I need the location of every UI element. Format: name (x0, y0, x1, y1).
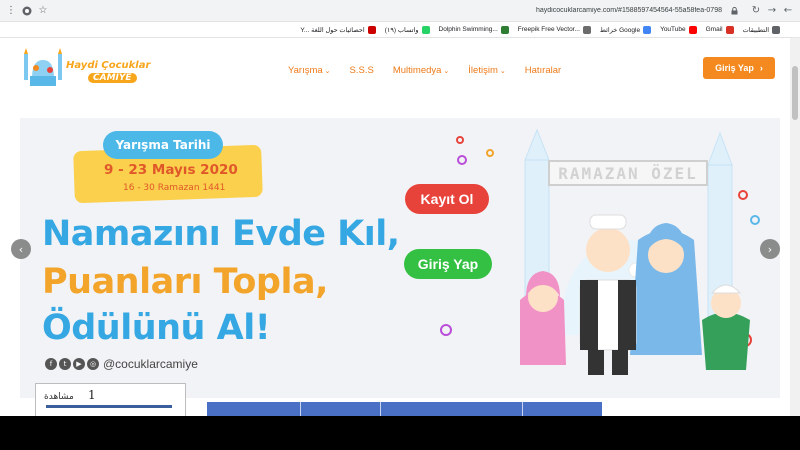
bookmark-favicon-icon (688, 25, 697, 34)
nav-item[interactable]: Multimedya ⌄ (393, 65, 449, 76)
hero-headline-3: Ödülünü Al! (42, 308, 271, 348)
twitter-icon[interactable]: t (59, 358, 71, 370)
browser-window: ⋮ ☆ haydicocuklarcamiye.com/#15885974545… (0, 0, 800, 450)
nav-item[interactable]: S.S.S (350, 65, 374, 76)
bookmark-label: التطبيقات (742, 26, 769, 34)
logo-title: Haydi Çocuklar (66, 60, 151, 71)
social-handle: @cocuklarcamiye (103, 357, 198, 371)
menu-dots-icon[interactable]: ⋮ (3, 3, 19, 19)
bookmark-item[interactable]: خرائط Google (599, 25, 652, 34)
bookmark-item[interactable]: Dolphin Swimming... (438, 25, 509, 34)
bookmark-label: Freepik Free Vector... (517, 26, 580, 33)
header-login-button[interactable]: Giriş Yap › (703, 57, 775, 79)
logo-subtitle: CAMİYE (88, 73, 137, 83)
carousel-prev-button[interactable]: ‹ (11, 239, 31, 259)
bookmark-item[interactable]: واتساب (١٩) (384, 25, 430, 34)
stats-strip (207, 402, 602, 416)
views-label: مشاهدة (44, 392, 74, 402)
bottom-black-band (0, 416, 800, 450)
tab-favicon-icon (19, 3, 35, 19)
bookmark-favicon-icon (582, 25, 591, 34)
bookmark-favicon-icon (367, 25, 376, 34)
date-title: Yarışma Tarihi (103, 131, 223, 159)
site-logo[interactable]: Haydi Çocuklar CAMİYE (20, 46, 160, 92)
bookmark-label: Y... احصائيات حول اللغة (300, 26, 365, 34)
main-nav: Yarışma ⌄ S.S.S Multimedya ⌄ İletişim ⌄ Hatıral… (288, 65, 580, 76)
youtube-icon[interactable]: ▶ (73, 358, 85, 370)
hero-headline-1: Namazını Evde Kıl, (42, 214, 400, 254)
facebook-icon[interactable]: f (45, 358, 57, 370)
date-hijri: 16 - 30 Ramazan 1441 (123, 183, 226, 193)
bookmark-item[interactable]: التطبيقات (742, 25, 780, 34)
bookmark-favicon-icon (500, 25, 509, 34)
url-text[interactable]: haydicocuklarcamiye.com/#1588597454564-5… (536, 7, 722, 14)
nav-item[interactable]: Yarışma ⌄ (288, 65, 331, 76)
bookmark-label: Gmail (705, 26, 723, 33)
nav-item[interactable]: Hatıralar (525, 65, 561, 76)
reload-icon[interactable]: ↻ (748, 3, 764, 19)
bookmark-star-icon[interactable]: ☆ (35, 3, 51, 19)
address-bar: ⋮ ☆ haydicocuklarcamiye.com/#15885974545… (0, 0, 800, 22)
instagram-icon[interactable]: ◎ (87, 358, 99, 370)
views-bar (46, 405, 172, 408)
nav-item-label: İletişim (468, 65, 498, 76)
bookmark-label: واتساب (١٩) (384, 26, 419, 34)
lock-icon (726, 3, 742, 19)
date-range: 9 - 23 Mayıs 2020 (104, 162, 238, 178)
bookmark-item[interactable]: YouTube (660, 25, 697, 34)
site-header: Haydi Çocuklar CAMİYE Yarışma ⌄ S.S.S Multi… (0, 38, 790, 98)
header-login-label: Giriş Yap (715, 63, 754, 73)
hero-headline-2: Puanları Topla, (42, 262, 328, 302)
nav-item-label: S.S.S (349, 65, 374, 76)
bookmark-favicon-icon (772, 25, 780, 34)
chevron-down-icon: ⌄ (499, 68, 506, 75)
back-icon[interactable]: ← (780, 3, 796, 19)
bookmark-item[interactable]: Freepik Free Vector... (517, 25, 591, 34)
bookmark-item[interactable]: Y... احصائيات حول اللغة (300, 25, 376, 34)
bookmark-label: YouTube (660, 26, 686, 33)
social-links: f t ▶ ◎ @cocuklarcamiye (45, 357, 198, 371)
nav-item-label: Hatıralar (524, 65, 562, 76)
forward-icon[interactable]: → (764, 3, 780, 19)
nav-item-label: Multimedya (392, 65, 442, 76)
views-count: 1 (88, 388, 96, 402)
scrollbar-thumb[interactable] (792, 66, 798, 120)
nav-item-label: Yarışma (288, 65, 323, 76)
bookmark-favicon-icon (643, 25, 652, 34)
bookmarks-bar: Y... احصائيات حول اللغة واتساب (١٩) Dolphi… (0, 22, 800, 38)
chevron-right-icon: › (759, 63, 763, 73)
bookmark-label: Dolphin Swimming... (438, 26, 498, 33)
bookmark-favicon-icon (725, 25, 734, 34)
chevron-down-icon: ⌄ (324, 68, 331, 75)
bookmark-favicon-icon (421, 25, 430, 34)
chevron-down-icon: ⌄ (443, 68, 450, 75)
nav-item[interactable]: İletişim ⌄ (468, 65, 505, 76)
ramazan-sign: RAMAZAN ÖZEL (548, 160, 708, 186)
mosque-logo-icon (24, 48, 62, 86)
chevron-left-icon: ‹ (18, 242, 24, 256)
bookmark-label: خرائط Google (599, 26, 641, 34)
bookmark-item[interactable]: Gmail (705, 25, 734, 34)
